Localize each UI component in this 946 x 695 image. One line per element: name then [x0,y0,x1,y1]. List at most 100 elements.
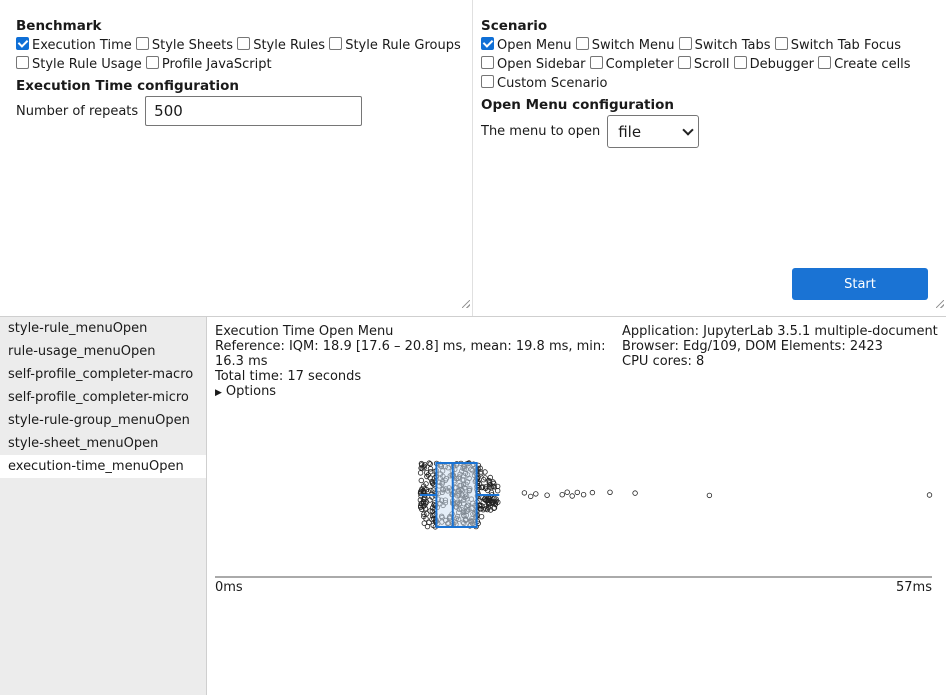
data-point [632,490,638,496]
data-point [421,520,427,526]
checkbox-label: Style Sheets [151,38,234,53]
checkbox-unchecked-icon[interactable] [135,37,149,50]
data-point [564,489,570,495]
data-point [574,489,580,496]
data-point [478,513,485,520]
checkbox-label: Style Rules [253,38,326,53]
open-menu-config-title: Open Menu configuration [481,97,675,113]
execution-time-config-title: Execution Time configuration [16,78,240,94]
checkbox-unchecked-icon[interactable] [818,56,832,69]
data-point [544,492,550,498]
checkbox-label: Style Rule Usage [32,57,142,72]
checkbox-label: Completer [605,57,674,72]
data-point [559,491,565,498]
sidebar-item-self-profile-completer-macro[interactable]: self-profile_completer-macro [0,363,206,386]
checkbox-unchecked-icon[interactable] [481,75,494,88]
scenario-title: Scenario [481,18,548,34]
data-point [427,466,434,472]
checkbox-style-rule-groups[interactable]: Style Rule Groups [329,36,461,55]
benchmark-title: Benchmark [16,18,102,34]
checkbox-unchecked-icon[interactable] [774,37,788,50]
checkbox-profile-javascript[interactable]: Profile JavaScript [145,55,272,74]
sidebar-item-rule-usage-menuopen[interactable]: rule-usage_menuOpen [0,340,206,363]
benchmark-options: Execution Time Style Sheets Style Rules … [16,36,472,74]
data-point [580,491,587,498]
x-tick-label-max: 57ms [896,580,932,595]
data-point [706,492,713,499]
checkbox-label: Switch Tab Focus [790,38,902,53]
checkbox-label: Open Menu [497,38,572,53]
menu-label: The menu to open [481,124,601,139]
checkbox-unchecked-icon[interactable] [678,37,692,50]
chevron-down-icon [682,123,694,136]
checkbox-completer[interactable]: Completer [589,55,674,74]
sidebar-item-self-profile-completer-micro[interactable]: self-profile_completer-micro [0,386,206,409]
checkbox-label: Scroll [693,57,730,72]
data-point [426,460,432,466]
data-point [589,489,596,496]
menu-select-value: file [618,122,642,141]
x-tick-label-min: 0ms [215,580,243,595]
execution-time-chart: 0ms 57ms [215,460,933,595]
resize-handle[interactable] [936,300,944,308]
checkbox-label: Switch Menu [591,38,675,53]
checkbox-label: Open Sidebar [497,57,586,72]
checkbox-style-sheets[interactable]: Style Sheets [135,36,234,55]
sidebar-item-style-sheet-menuopen[interactable]: style-sheet_menuOpen [0,432,206,455]
checkbox-label: Style Rule Groups [345,38,461,53]
checkbox-unchecked-icon[interactable] [145,56,159,69]
sidebar-item-execution-time-menuopen[interactable]: execution-time_menuOpen [0,455,206,478]
checkbox-label: Execution Time [32,38,132,53]
start-button[interactable]: Start [792,268,928,300]
repeats-input[interactable]: 500 [145,96,363,126]
checkbox-switch-menu[interactable]: Switch Menu [575,36,675,55]
data-point [417,470,424,476]
checkbox-unchecked-icon[interactable] [481,56,494,69]
checkbox-style-rules[interactable]: Style Rules [237,36,325,55]
checkbox-unchecked-icon[interactable] [329,37,343,50]
checkbox-unchecked-icon[interactable] [575,37,589,50]
checkbox-unchecked-icon[interactable] [16,56,29,69]
checkbox-label: Debugger [749,57,814,72]
menu-select[interactable]: file [607,115,700,148]
checkbox-unchecked-icon[interactable] [589,56,603,69]
checkbox-label: Profile JavaScript [161,57,272,72]
repeats-label: Number of repeats [16,103,139,119]
checkbox-unchecked-icon[interactable] [733,56,747,69]
checkbox-style-rule-usage[interactable]: Style Rule Usage [16,55,142,74]
results-sidebar: style-rule_menuOpen rule-usage_menuOpen se… [0,317,207,695]
benchmark-panel: Benchmark Execution Time Style Sheets St… [0,0,473,316]
checkbox-scroll[interactable]: Scroll [677,55,730,74]
checkbox-open-menu[interactable]: Open Menu [481,36,572,55]
checkbox-unchecked-icon[interactable] [237,37,251,50]
data-point [423,510,430,517]
scenario-panel: Scenario Open Menu Switch Menu Switch Ta… [473,0,946,316]
sidebar-item-style-rule-menuopen[interactable]: style-rule_menuOpen [0,317,206,340]
checkbox-switch-tab-focus[interactable]: Switch Tab Focus [774,36,902,55]
sidebar-item-style-rule-group-menuopen[interactable]: style-rule-group_menuOpen [0,409,206,432]
data-point [418,477,424,484]
checkbox-custom-scenario[interactable]: Custom Scenario [481,74,607,93]
scenario-options: Open Menu Switch Menu Switch Tabs Switch… [481,36,946,93]
checkbox-checked-icon[interactable] [481,37,494,50]
data-point [926,492,933,498]
results-area: style-rule_menuOpen rule-usage_menuOpen se… [0,316,946,695]
checkbox-create-cells[interactable]: Create cells [818,55,911,74]
checkbox-label: Create cells [834,57,911,72]
checkbox-switch-tabs[interactable]: Switch Tabs [678,36,771,55]
data-point [528,493,534,500]
data-point [533,491,539,497]
checkbox-unchecked-icon[interactable] [677,56,691,69]
checkbox-label: Switch Tabs [694,38,771,53]
iqr-box [435,462,478,528]
resize-handle[interactable] [462,300,470,308]
data-point [521,490,528,496]
result-view: Execution Time Open Menu Reference: IQM:… [207,317,946,695]
checkbox-checked-icon[interactable] [16,37,29,50]
data-point [569,493,575,499]
checkbox-open-sidebar[interactable]: Open Sidebar [481,55,586,74]
checkbox-debugger[interactable]: Debugger [733,55,814,74]
checkbox-execution-time[interactable]: Execution Time [16,36,132,55]
data-point [607,489,613,495]
checkbox-label: Custom Scenario [497,76,608,91]
